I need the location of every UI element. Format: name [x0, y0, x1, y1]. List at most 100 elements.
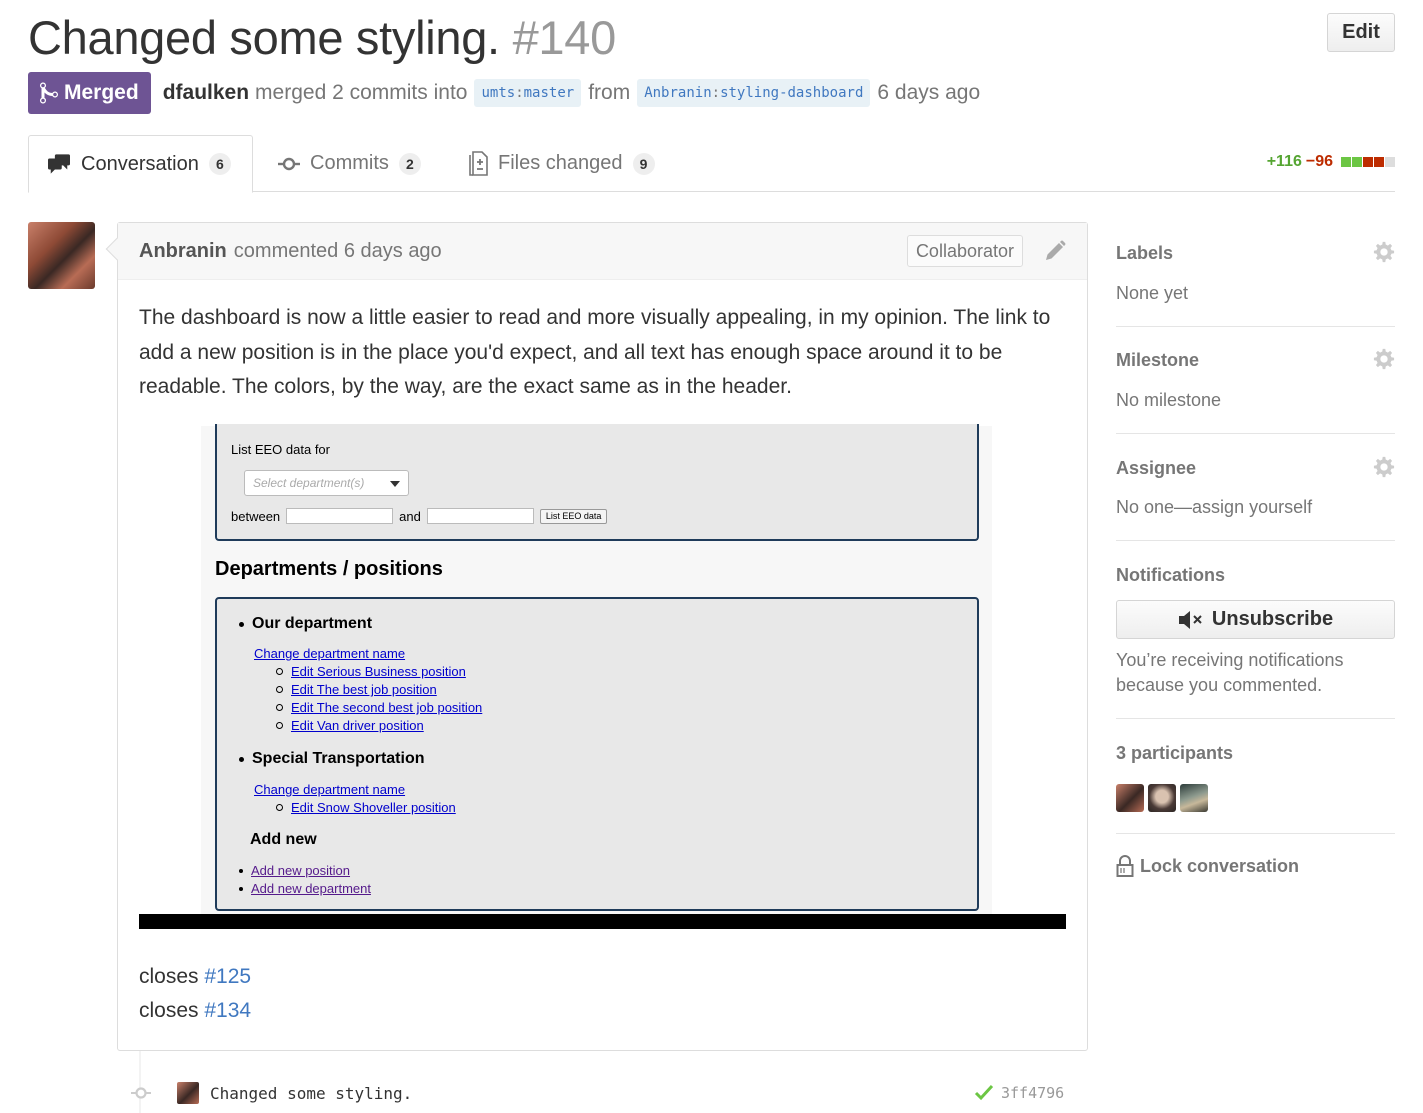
assignee-heading: Assignee	[1116, 458, 1197, 478]
diff-icon	[469, 150, 488, 176]
tab-commits[interactable]: Commits 2	[278, 135, 421, 192]
position-link-text: Edit The second best job position	[291, 700, 483, 715]
list-eeo-button: List EEO data	[539, 508, 608, 524]
start-date-field	[286, 508, 394, 524]
check-icon[interactable]	[974, 1082, 994, 1102]
pr-title-text: Changed some styling.	[28, 11, 500, 64]
department-name-text: Special Transportation	[252, 750, 425, 767]
mute-icon	[1178, 610, 1202, 629]
collaborator-badge: Collaborator	[906, 235, 1023, 267]
departments-panel: Our department Change department name Ed…	[215, 597, 979, 911]
sidebar-milestone: Milestone No milestone	[1116, 347, 1395, 434]
commit-sha-link[interactable]: 3ff4796	[1001, 1084, 1064, 1102]
assign-yourself-link[interactable]: No one—assign yourself	[1116, 497, 1312, 518]
diffstat-block	[1385, 157, 1395, 167]
gear-icon[interactable]	[1373, 241, 1395, 263]
diffstat-block	[1341, 157, 1351, 167]
comment-body: The dashboard is now a little easier to …	[139, 306, 1051, 398]
commenter-avatar[interactable]	[28, 222, 95, 289]
pr-title: Changed some styling. #140	[28, 10, 616, 65]
closes-word: closes	[139, 999, 199, 1022]
closes-line-1: closes #125	[139, 965, 251, 989]
lock-conversation-link[interactable]: Lock conversation	[1116, 854, 1299, 878]
diffstat: +116 −96	[1267, 153, 1395, 171]
lock-icon	[1116, 855, 1134, 877]
diffstat-deletions: −96	[1305, 153, 1333, 170]
gear-icon[interactable]	[1373, 348, 1395, 370]
change-department-link: Change department name	[254, 782, 406, 797]
edit-button[interactable]: Edit	[1327, 13, 1395, 52]
comment-author[interactable]: Anbranin	[139, 240, 227, 263]
comment-arrow	[105, 237, 129, 261]
position-link: Edit The best job position	[276, 682, 437, 697]
add-new-heading: Add new	[250, 831, 317, 848]
change-department-link: Change department name	[254, 646, 406, 661]
select-placeholder: Select department(s)	[253, 476, 365, 490]
unsubscribe-button[interactable]: Unsubscribe	[1116, 600, 1395, 639]
departments-heading: Departments / positions	[215, 558, 443, 580]
head-owner: Anbranin	[644, 85, 712, 101]
comment-header: Anbranin commented 6 days ago Collaborat…	[105, 223, 1087, 280]
merge-action: merged 2 commits into	[255, 81, 468, 104]
timeline-line	[139, 1051, 141, 1113]
department-select: Select department(s)	[244, 470, 409, 496]
issue-link-125[interactable]: #125	[204, 965, 251, 988]
participant-avatar[interactable]	[1116, 784, 1144, 812]
pencil-icon[interactable]	[1043, 239, 1067, 263]
from-word: from	[588, 81, 631, 104]
tab-conversation-label: Conversation	[81, 152, 199, 175]
sidebar-assignee: Assignee No one—assign yourself	[1116, 455, 1395, 541]
add-position-link: Add new position	[239, 863, 350, 878]
add-position-text: Add new position	[251, 863, 351, 878]
sidebar-labels: Labels None yet	[1116, 240, 1395, 327]
date-range-row: between and List EEO data	[231, 508, 608, 524]
head-branch-name: styling-dashboard	[720, 85, 864, 101]
unsubscribe-label: Unsubscribe	[1211, 608, 1334, 630]
position-link: Edit Serious Business position	[276, 664, 466, 679]
git-merge-icon	[40, 82, 58, 104]
commit-message-link[interactable]: Changed some styling.	[210, 1084, 412, 1103]
milestone-value: No milestone	[1116, 390, 1222, 410]
gear-icon[interactable]	[1373, 456, 1395, 478]
sidebar-notifications: Notifications You’re receiving notificat…	[1116, 562, 1395, 719]
eeo-label: List EEO data for	[231, 442, 330, 457]
labels-value: None yet	[1116, 283, 1189, 303]
diffstat-blocks	[1341, 157, 1395, 167]
department-name: Our department	[239, 615, 372, 633]
position-link: Edit Snow Shoveller position	[276, 800, 456, 815]
labels-heading: Labels	[1116, 243, 1174, 263]
tab-files-count: 9	[632, 152, 655, 175]
diffstat-block	[1374, 157, 1384, 167]
tab-commits-count: 2	[398, 152, 421, 175]
tab-commits-label: Commits	[310, 152, 389, 174]
git-commit-icon	[278, 157, 300, 170]
chevron-down-icon	[390, 481, 400, 487]
participants-heading: 3 participants	[1116, 743, 1234, 763]
tab-conversation-count: 6	[208, 153, 231, 175]
pr-tabs: Conversation 6 Commits 2 Files changed 9…	[28, 135, 1395, 193]
closes-line-2: closes #134	[139, 999, 251, 1023]
base-owner: umts	[481, 85, 516, 101]
base-branch[interactable]: umts:master	[474, 79, 582, 107]
head-branch[interactable]: Anbranin:styling-dashboard	[637, 79, 871, 107]
end-date-field	[426, 508, 534, 524]
notification-reason: You’re receiving notifications because y…	[1116, 650, 1344, 695]
tab-files-label: Files changed	[498, 152, 623, 174]
add-department-text: Add new department	[251, 881, 371, 896]
tab-conversation[interactable]: Conversation 6	[28, 135, 253, 193]
position-link-text: Edit Van driver position	[291, 718, 424, 733]
merger-link[interactable]: dfaulken	[163, 81, 249, 105]
image-bottom-bar	[139, 914, 1066, 929]
tab-files-changed[interactable]: Files changed 9	[468, 135, 655, 192]
merge-time: 6 days ago	[877, 81, 981, 104]
lock-label: Lock conversation	[1140, 855, 1300, 876]
commit-author-avatar[interactable]	[177, 1082, 199, 1104]
embedded-screenshot: List EEO data for Select department(s) b…	[201, 424, 992, 914]
base-branch-name: master	[523, 85, 575, 101]
issue-link-134[interactable]: #134	[204, 999, 251, 1022]
diffstat-block	[1352, 157, 1362, 167]
milestone-heading: Milestone	[1116, 350, 1200, 370]
participant-avatar[interactable]	[1148, 784, 1176, 812]
eeo-panel: List EEO data for Select department(s) b…	[215, 424, 979, 541]
participant-avatar[interactable]	[1180, 784, 1208, 812]
